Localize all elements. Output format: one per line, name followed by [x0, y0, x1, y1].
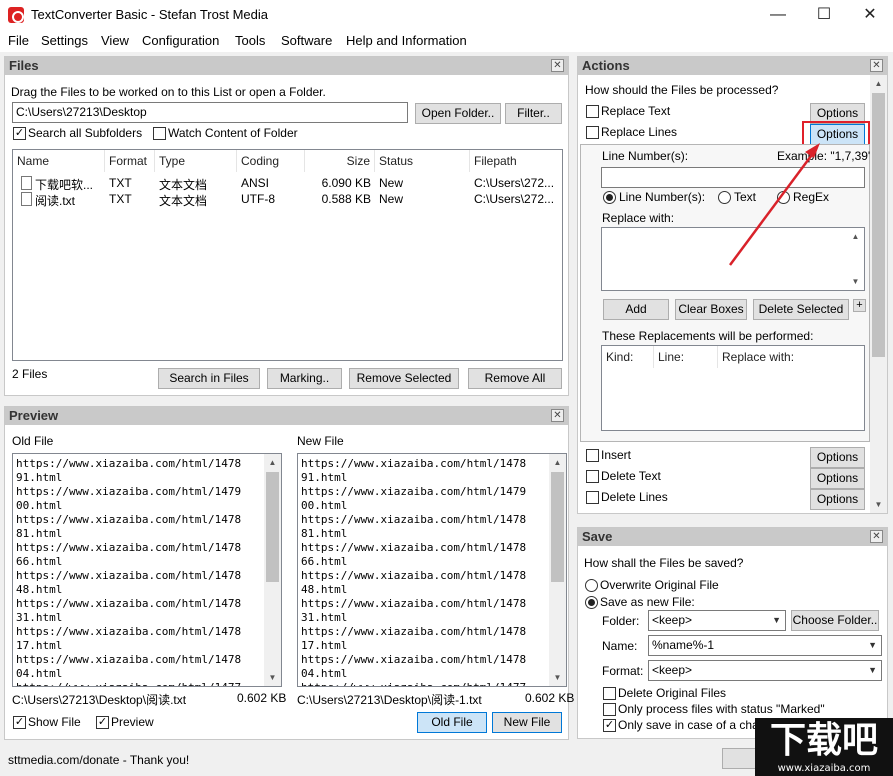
watermark-logo: 下载吧 www.xiazaiba.com: [755, 718, 893, 776]
arrow-head: [805, 143, 820, 158]
name-select[interactable]: %name%-1 ▼: [648, 635, 882, 656]
overwrite-label: Overwrite Original File: [600, 578, 719, 592]
format-select-value: <keep>: [652, 663, 693, 677]
status-text[interactable]: sttmedia.com/donate - Thank you!: [8, 753, 189, 767]
chevron-down-icon: ▼: [868, 665, 877, 675]
save-new-radio[interactable]: [585, 596, 598, 609]
arrow-shaft: [728, 151, 816, 266]
delete-original-checkbox[interactable]: [603, 687, 616, 700]
save-question: How shall the Files be saved?: [584, 556, 744, 570]
only-change-checkbox[interactable]: ✓: [603, 719, 616, 732]
save-panel: Save ✕ How shall the Files be saved? Ove…: [577, 527, 888, 739]
folder-label: Folder:: [602, 614, 640, 628]
chevron-down-icon: ▼: [868, 640, 877, 650]
format-label: Format:: [602, 664, 644, 678]
overwrite-radio[interactable]: [585, 579, 598, 592]
save-panel-title: Save: [578, 528, 887, 546]
chevron-down-icon: ▼: [772, 615, 781, 625]
only-marked-checkbox[interactable]: [603, 703, 616, 716]
watermark-small: www.xiazaiba.com: [777, 763, 871, 774]
folder-select-value: <keep>: [652, 613, 693, 627]
format-select[interactable]: <keep> ▼: [648, 660, 882, 681]
name-select-value: %name%-1: [652, 638, 715, 652]
save-new-label: Save as new File:: [600, 595, 695, 609]
choose-folder-button[interactable]: Choose Folder..: [791, 610, 879, 631]
delete-original-label: Delete Original Files: [618, 686, 727, 700]
folder-select[interactable]: <keep> ▼: [648, 610, 786, 631]
save-close-icon[interactable]: ✕: [870, 530, 883, 543]
watermark-big: 下载吧: [769, 720, 878, 761]
only-marked-label: Only process files with status "Marked": [618, 702, 825, 716]
name-label: Name:: [602, 639, 638, 653]
